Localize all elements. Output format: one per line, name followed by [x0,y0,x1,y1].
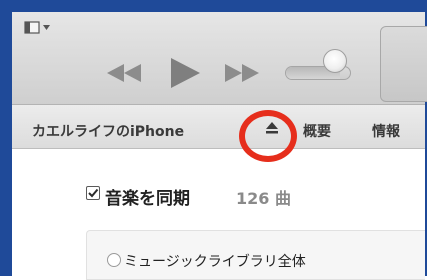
song-count: 126 曲 [236,189,291,208]
sync-options-box: ミュージックライブラリ全体 [86,230,425,280]
window-frame-left [0,0,12,276]
device-name[interactable]: カエルライフのiPhone [32,121,184,141]
sync-music-label[interactable]: 音楽を同期 [105,184,190,209]
tab-summary[interactable]: 概要 [303,121,331,141]
sidebar-toggle-icon[interactable] [24,20,58,36]
sync-music-checkbox[interactable] [86,186,100,200]
play-icon[interactable] [167,56,203,94]
tab-info[interactable]: 情報 [372,121,400,141]
player-toolbar [12,12,427,105]
fast-forward-icon[interactable] [222,62,262,88]
status-display-panel [380,26,427,102]
entire-library-label[interactable]: ミュージックライブラリ全体 [124,251,306,271]
rewind-icon[interactable] [104,62,144,88]
window-frame-top [0,0,427,12]
volume-knob[interactable] [323,49,347,73]
entire-library-radio[interactable] [107,253,121,267]
device-tab-bar: カエルライフのiPhone 概要 情報 [12,105,425,149]
highlight-circle [239,110,297,162]
